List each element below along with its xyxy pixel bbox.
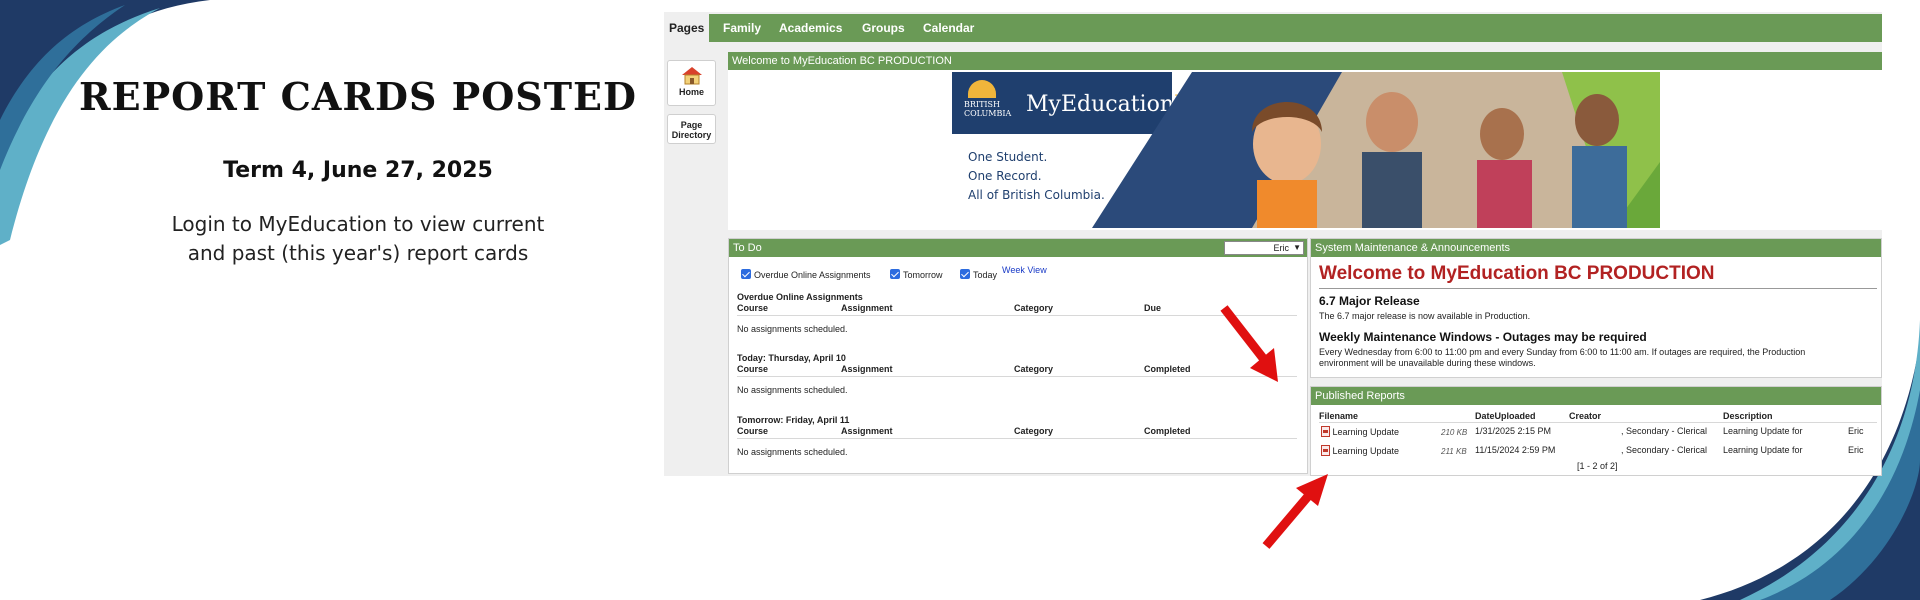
empty-message: No assignments scheduled.	[737, 385, 848, 395]
page-directory-label: Directory	[671, 130, 712, 140]
col-assignment: Assignment	[841, 364, 893, 374]
report-size: 211 KB	[1441, 447, 1467, 456]
col-category: Category	[1014, 364, 1054, 374]
promo-body: Login to MyEducation to view current and…	[140, 210, 576, 268]
col-creator: Creator	[1569, 411, 1602, 421]
todo-section-title: Overdue Online Assignments	[737, 292, 863, 302]
checkbox-icon	[741, 269, 751, 279]
tomorrow-checkbox[interactable]: Tomorrow	[890, 269, 943, 280]
report-creator: , Secondary - Clerical	[1621, 445, 1708, 455]
bc-sun-icon	[968, 80, 996, 98]
col-category: Category	[1014, 426, 1054, 436]
published-reports-panel: Published Reports Filename DateUploaded …	[1310, 386, 1882, 476]
promo-body-line: and past (this year's) report cards	[187, 241, 529, 265]
report-creator: , Secondary - Clerical	[1621, 426, 1708, 436]
tomorrow-checkbox-label: Tomorrow	[903, 270, 943, 280]
student-select[interactable]: Eric	[1224, 241, 1304, 255]
todo-section-title: Tomorrow: Friday, April 11	[737, 415, 850, 425]
report-row[interactable]: Learning Update	[1321, 445, 1399, 456]
divider	[737, 315, 1297, 316]
report-student: Eric	[1848, 445, 1864, 455]
tab-family[interactable]: Family	[723, 14, 761, 42]
col-assignment: Assignment	[841, 426, 893, 436]
divider	[1319, 288, 1877, 289]
col-assignment: Assignment	[841, 303, 893, 313]
pdf-icon	[1321, 426, 1330, 437]
report-date: 11/15/2024 2:59 PM	[1475, 445, 1556, 455]
divider	[1319, 422, 1877, 423]
col-course: Course	[737, 303, 769, 313]
home-button[interactable]: Home	[667, 60, 716, 106]
col-filename: Filename	[1319, 411, 1359, 421]
red-arrow-up-right-icon	[1262, 474, 1328, 549]
report-filename[interactable]: Learning Update	[1333, 427, 1400, 437]
promo-body-line: Login to MyEducation to view current	[171, 212, 545, 236]
page-directory-label: Page	[680, 120, 703, 130]
province-name: BRITISH COLUMBIA	[964, 100, 1011, 118]
report-filename[interactable]: Learning Update	[1333, 446, 1400, 456]
overdue-checkbox-label: Overdue Online Assignments	[754, 270, 871, 280]
col-due: Due	[1144, 303, 1162, 313]
page-directory-button[interactable]: Page Directory	[667, 114, 716, 144]
tab-pages[interactable]: Pages	[664, 14, 710, 42]
announcements-panel: System Maintenance & Announcements Welco…	[1310, 238, 1882, 378]
report-size: 210 KB	[1441, 428, 1468, 437]
welcome-bar: Welcome to MyEducation BC PRODUCTION	[728, 52, 1882, 70]
maintenance-text: environment will be unavailable during t…	[1319, 358, 1536, 368]
empty-message: No assignments scheduled.	[737, 324, 848, 334]
todo-header: To Do	[729, 239, 1307, 257]
promo-title: REPORT CARDS POSTED	[79, 74, 637, 119]
pager: [1 - 2 of 2]	[1577, 461, 1618, 471]
announcements-header: System Maintenance & Announcements	[1311, 239, 1881, 257]
col-date-uploaded: DateUploaded	[1475, 411, 1536, 421]
reports-header: Published Reports	[1311, 387, 1881, 405]
banner-tagline: All of British Columbia.	[968, 188, 1105, 202]
province-line: COLUMBIA	[964, 109, 1012, 118]
home-label: Home	[678, 87, 704, 97]
report-row[interactable]: Learning Update	[1321, 426, 1399, 437]
report-description: Learning Update for	[1723, 426, 1803, 436]
myeducation-screenshot: Pages Family Academics Groups Calendar H…	[664, 12, 1882, 476]
maintenance-title: Weekly Maintenance Windows - Outages may…	[1319, 330, 1647, 344]
col-completed: Completed	[1144, 426, 1191, 436]
home-icon	[681, 67, 702, 85]
announcement-headline: Welcome to MyEducation BC PRODUCTION	[1319, 263, 1715, 284]
overdue-checkbox[interactable]: Overdue Online Assignments	[741, 269, 871, 280]
col-course: Course	[737, 364, 769, 374]
chevron-down-icon: ▼	[1293, 243, 1301, 252]
tab-academics[interactable]: Academics	[779, 14, 842, 42]
report-date: 1/31/2025 2:15 PM	[1475, 426, 1552, 436]
side-navigation: Home Page Directory	[664, 42, 720, 476]
promo-subtitle: Term 4, June 27, 2025	[223, 158, 493, 183]
divider	[737, 376, 1297, 377]
week-view-link[interactable]: Week View	[1002, 265, 1047, 275]
tab-calendar[interactable]: Calendar	[923, 14, 974, 42]
today-checkbox-label: Today	[973, 270, 998, 280]
banner-tagline: One Record.	[968, 169, 1042, 183]
empty-message: No assignments scheduled.	[737, 447, 848, 457]
pdf-icon	[1321, 445, 1330, 456]
col-category: Category	[1014, 303, 1054, 313]
report-student: Eric	[1848, 426, 1864, 436]
today-checkbox[interactable]: Today	[960, 269, 997, 280]
col-completed: Completed	[1144, 364, 1191, 374]
todo-section-title: Today: Thursday, April 10	[737, 353, 846, 363]
myeducation-banner: BRITISH COLUMBIA MyEducationBC One Stude…	[952, 72, 1660, 228]
checkbox-icon	[960, 269, 970, 279]
slide: REPORT CARDS POSTED Term 4, June 27, 202…	[0, 0, 1920, 600]
col-description: Description	[1723, 411, 1773, 421]
maintenance-text: Every Wednesday from 6:00 to 11:00 pm an…	[1319, 347, 1806, 357]
tab-groups[interactable]: Groups	[862, 14, 905, 42]
top-navigation: Pages Family Academics Groups Calendar	[664, 14, 1882, 42]
province-line: BRITISH	[964, 100, 1001, 109]
checkbox-icon	[890, 269, 900, 279]
report-description: Learning Update for	[1723, 445, 1803, 455]
red-arrow-down-right-icon	[1220, 305, 1278, 382]
release-title: 6.7 Major Release	[1319, 294, 1420, 308]
banner-photo	[1092, 72, 1660, 228]
banner-tagline: One Student.	[968, 150, 1048, 164]
col-course: Course	[737, 426, 769, 436]
release-text: The 6.7 major release is now available i…	[1319, 311, 1531, 321]
divider	[737, 438, 1297, 439]
